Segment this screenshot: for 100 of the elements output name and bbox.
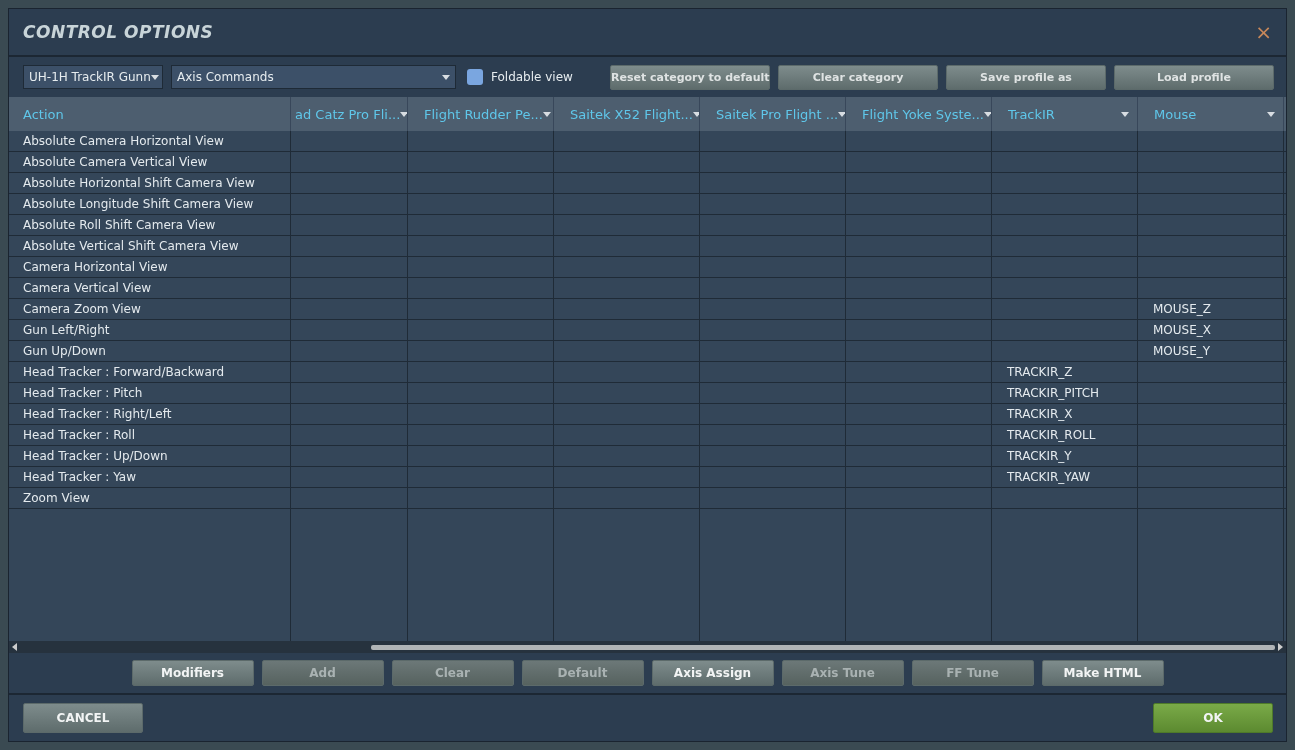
table-cell[interactable]: [846, 425, 992, 446]
table-cell[interactable]: [846, 467, 992, 488]
table-cell[interactable]: [1138, 362, 1284, 383]
table-cell[interactable]: [846, 236, 992, 257]
table-cell[interactable]: MOUSE_Y: [1138, 341, 1284, 362]
table-cell[interactable]: [408, 278, 554, 299]
table-cell[interactable]: [1138, 194, 1284, 215]
action-cell[interactable]: Head Tracker : Pitch: [9, 383, 291, 404]
table-cell[interactable]: [408, 320, 554, 341]
table-cell[interactable]: [408, 467, 554, 488]
table-cell[interactable]: [700, 278, 846, 299]
table-cell[interactable]: [408, 131, 554, 152]
table-cell[interactable]: [408, 257, 554, 278]
action-cell[interactable]: Camera Horizontal View: [9, 257, 291, 278]
action-cell[interactable]: Camera Vertical View: [9, 278, 291, 299]
table-cell[interactable]: [700, 257, 846, 278]
action-cell[interactable]: Head Tracker : Yaw: [9, 467, 291, 488]
table-cell[interactable]: [554, 446, 700, 467]
table-cell[interactable]: [291, 341, 408, 362]
action-button[interactable]: Modifiers: [131, 660, 254, 686]
table-cell[interactable]: [700, 215, 846, 236]
table-cell[interactable]: [554, 257, 700, 278]
table-cell[interactable]: [554, 278, 700, 299]
table-cell[interactable]: [1138, 383, 1284, 404]
table-cell[interactable]: [700, 467, 846, 488]
table-cell[interactable]: [1138, 278, 1284, 299]
action-cell[interactable]: Head Tracker : Right/Left: [9, 404, 291, 425]
table-cell[interactable]: [408, 194, 554, 215]
table-cell[interactable]: [291, 299, 408, 320]
table-cell[interactable]: [291, 446, 408, 467]
column-header[interactable]: TrackIR: [992, 97, 1138, 131]
table-cell[interactable]: [408, 488, 554, 509]
action-cell[interactable]: Head Tracker : Roll: [9, 425, 291, 446]
table-cell[interactable]: [1138, 236, 1284, 257]
table-cell[interactable]: [846, 152, 992, 173]
action-cell[interactable]: Absolute Roll Shift Camera View: [9, 215, 291, 236]
table-cell[interactable]: [846, 362, 992, 383]
table-cell[interactable]: [992, 488, 1138, 509]
cancel-button[interactable]: CANCEL: [23, 703, 143, 733]
table-cell[interactable]: TRACKIR_X: [992, 404, 1138, 425]
action-cell[interactable]: Gun Left/Right: [9, 320, 291, 341]
table-cell[interactable]: [700, 173, 846, 194]
table-cell[interactable]: [992, 236, 1138, 257]
table-cell[interactable]: [554, 320, 700, 341]
table-cell[interactable]: [408, 446, 554, 467]
table-cell[interactable]: [1138, 152, 1284, 173]
table-cell[interactable]: [554, 488, 700, 509]
column-header[interactable]: Flight Yoke Syste...: [846, 97, 992, 131]
table-cell[interactable]: [291, 194, 408, 215]
table-cell[interactable]: [291, 152, 408, 173]
table-cell[interactable]: [291, 173, 408, 194]
table-cell[interactable]: [408, 215, 554, 236]
table-cell[interactable]: [846, 488, 992, 509]
table-cell[interactable]: [291, 488, 408, 509]
table-cell[interactable]: [846, 383, 992, 404]
table-cell[interactable]: [291, 257, 408, 278]
table-cell[interactable]: [408, 173, 554, 194]
column-header[interactable]: Mouse: [1138, 97, 1284, 131]
table-cell[interactable]: [291, 467, 408, 488]
table-cell[interactable]: [700, 299, 846, 320]
table-cell[interactable]: [700, 320, 846, 341]
table-cell[interactable]: [992, 278, 1138, 299]
profile-dropdown[interactable]: UH-1H TrackIR Gunn: [23, 65, 163, 89]
table-cell[interactable]: [992, 299, 1138, 320]
table-cell[interactable]: [1138, 404, 1284, 425]
table-cell[interactable]: [700, 131, 846, 152]
table-cell[interactable]: [1138, 215, 1284, 236]
table-cell[interactable]: [554, 383, 700, 404]
table-cell[interactable]: [408, 152, 554, 173]
action-cell[interactable]: Gun Up/Down: [9, 341, 291, 362]
table-cell[interactable]: [554, 194, 700, 215]
action-cell[interactable]: Head Tracker : Up/Down: [9, 446, 291, 467]
table-cell[interactable]: [700, 488, 846, 509]
action-cell[interactable]: Absolute Camera Horizontal View: [9, 131, 291, 152]
table-cell[interactable]: [846, 257, 992, 278]
table-cell[interactable]: [291, 383, 408, 404]
action-button[interactable]: Make HTML: [1041, 660, 1164, 686]
table-cell[interactable]: [992, 194, 1138, 215]
table-cell[interactable]: [700, 362, 846, 383]
table-cell[interactable]: [554, 467, 700, 488]
table-cell[interactable]: [846, 404, 992, 425]
table-cell[interactable]: [408, 362, 554, 383]
table-cell[interactable]: [408, 404, 554, 425]
table-cell[interactable]: [1138, 488, 1284, 509]
table-cell[interactable]: [1138, 173, 1284, 194]
table-cell[interactable]: [554, 299, 700, 320]
table-cell[interactable]: [992, 320, 1138, 341]
table-cell[interactable]: [992, 173, 1138, 194]
table-cell[interactable]: [554, 425, 700, 446]
table-cell[interactable]: TRACKIR_YAW: [992, 467, 1138, 488]
table-cell[interactable]: [992, 215, 1138, 236]
checkbox[interactable]: [467, 69, 483, 85]
table-cell[interactable]: [408, 299, 554, 320]
table-cell[interactable]: TRACKIR_ROLL: [992, 425, 1138, 446]
table-cell[interactable]: [700, 404, 846, 425]
category-dropdown[interactable]: Axis Commands: [171, 65, 456, 89]
table-cell[interactable]: [992, 131, 1138, 152]
table-cell[interactable]: [846, 194, 992, 215]
table-cell[interactable]: [291, 404, 408, 425]
close-button[interactable]: ×: [1251, 20, 1276, 44]
